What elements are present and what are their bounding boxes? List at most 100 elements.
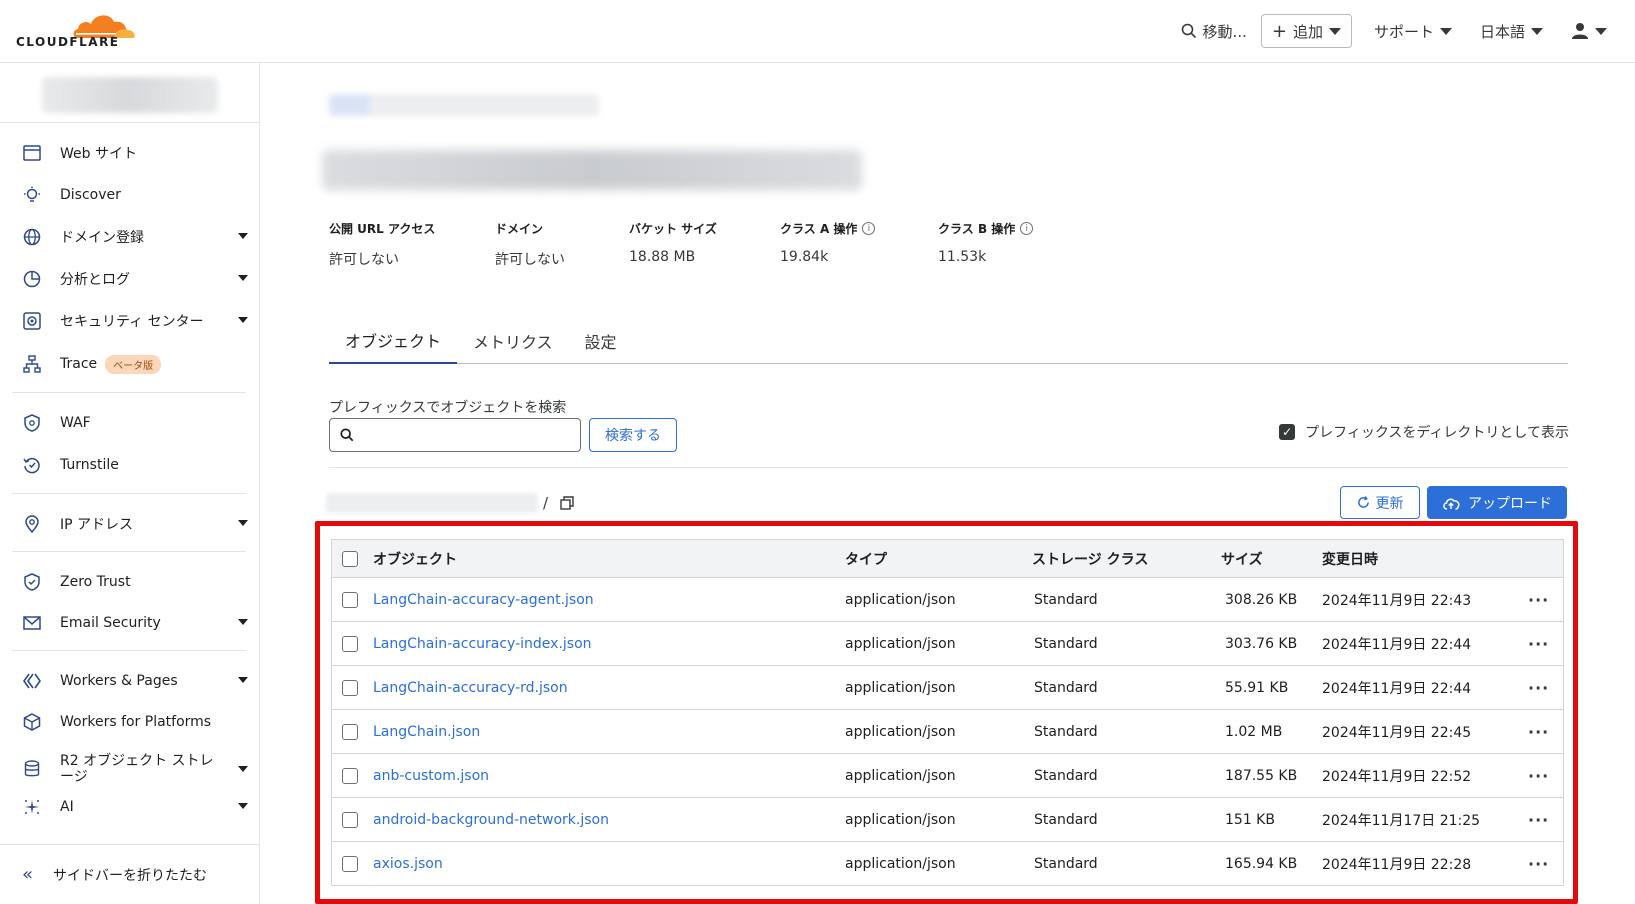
sidebar-item-discover[interactable]: Discover: [22, 182, 248, 208]
object-modified: 2024年11月9日 22:52: [1322, 768, 1472, 785]
object-size: 308.26 KB: [1225, 591, 1298, 608]
cloud-upload-icon: [1443, 498, 1460, 510]
goto-search-button[interactable]: 移動...: [1167, 14, 1261, 48]
row-checkbox[interactable]: [342, 635, 358, 652]
support-menu[interactable]: サポート: [1360, 14, 1466, 48]
stat-value: 11.53k: [938, 249, 987, 265]
tab-settings[interactable]: 設定: [569, 318, 633, 364]
more-options-icon[interactable]: ···: [1528, 678, 1549, 697]
sidebar-item-analytics[interactable]: 分析とログ: [22, 266, 248, 292]
sidebar-item-label: 分析とログ: [60, 272, 130, 288]
search-input[interactable]: [362, 427, 580, 443]
object-name-link[interactable]: LangChain-accuracy-index.json: [373, 636, 592, 652]
divider: [12, 551, 246, 552]
object-name-link[interactable]: LangChain.json: [373, 724, 480, 740]
table-row[interactable]: anb-custom.json application/json Standard 1…: [332, 753, 1563, 797]
sidebar-item-waf[interactable]: WAF: [22, 410, 248, 436]
row-checkbox[interactable]: [342, 855, 358, 872]
object-name-link[interactable]: axios.json: [373, 856, 443, 872]
search-button[interactable]: 検索する: [589, 418, 677, 452]
row-checkbox[interactable]: [342, 811, 358, 828]
info-icon[interactable]: i: [1020, 222, 1034, 235]
object-name-link[interactable]: anb-custom.json: [373, 768, 489, 784]
object-type: application/json: [845, 635, 956, 652]
search-field[interactable]: [329, 418, 581, 452]
info-icon[interactable]: i: [862, 222, 876, 235]
sidebar-item-trace[interactable]: Trace ベータ版: [22, 351, 248, 377]
security-center-icon: [22, 311, 42, 331]
sidebar-item-label: Zero Trust: [60, 574, 131, 590]
object-storage-class: Standard: [1034, 679, 1098, 696]
sidebar-item-r2[interactable]: R2 オブジェクト ストレージ: [22, 749, 248, 789]
divider: [0, 122, 260, 123]
object-name-link[interactable]: LangChain-accuracy-agent.json: [373, 592, 594, 608]
stat-label: 公開 URL アクセス: [329, 222, 436, 236]
sidebar-item-ip-addresses[interactable]: IP アドレス: [22, 511, 248, 537]
object-name-link[interactable]: android-background-network.json: [373, 812, 609, 828]
path-separator: /: [543, 494, 549, 512]
sidebar-item-label: Web サイト: [60, 146, 137, 162]
stat-label: クラス A 操作: [780, 222, 858, 236]
add-button[interactable]: + 追加: [1260, 14, 1352, 48]
chevron-down-icon: [238, 677, 248, 683]
sidebar-item-workers-for-platforms[interactable]: Workers for Platforms: [22, 709, 248, 735]
chevron-down-icon: [238, 275, 248, 281]
sidebar-item-domain-registration[interactable]: ドメイン登録: [22, 224, 248, 250]
object-modified: 2024年11月9日 22:28: [1322, 856, 1472, 873]
stat-domain: ドメイン 許可しない: [495, 220, 565, 269]
sidebar-item-turnstile[interactable]: Turnstile: [22, 452, 248, 478]
refresh-button[interactable]: 更新: [1340, 486, 1420, 519]
upload-button[interactable]: アップロード: [1427, 486, 1567, 519]
row-checkbox[interactable]: [342, 591, 358, 608]
stat-public-url: 公開 URL アクセス 許可しない: [329, 220, 435, 269]
more-options-icon[interactable]: ···: [1528, 810, 1549, 829]
checkbox-checked-icon[interactable]: ✓: [1279, 424, 1296, 440]
table-row[interactable]: LangChain-accuracy-agent.json application…: [332, 577, 1563, 621]
breadcrumb[interactable]: [329, 94, 599, 116]
table-row[interactable]: LangChain-accuracy-rd.json application/js…: [332, 665, 1563, 709]
sparkle-icon: [22, 797, 42, 817]
divider: [12, 392, 246, 393]
more-options-icon[interactable]: ···: [1528, 722, 1549, 741]
chevron-down-icon: [238, 317, 248, 323]
column-header-object[interactable]: オブジェクト: [373, 549, 457, 569]
copy-icon[interactable]: [560, 496, 574, 510]
bucket-path[interactable]: [326, 493, 538, 513]
language-menu[interactable]: 日本語: [1466, 14, 1557, 48]
object-modified: 2024年11月17日 21:25: [1322, 812, 1481, 829]
page-title: [322, 150, 862, 190]
column-header-size[interactable]: サイズ: [1221, 549, 1263, 569]
table-row[interactable]: axios.json application/json Standard 165.94…: [332, 841, 1563, 885]
user-menu[interactable]: [1557, 14, 1621, 48]
column-header-modified[interactable]: 変更日時: [1322, 549, 1378, 569]
more-options-icon[interactable]: ···: [1528, 634, 1549, 653]
sidebar-item-workers-pages[interactable]: Workers & Pages: [22, 668, 248, 694]
column-header-storage-class[interactable]: ストレージ クラス: [1032, 549, 1148, 569]
divider: [12, 493, 246, 494]
sidebar-item-ai[interactable]: AI: [22, 794, 248, 820]
sidebar-item-websites[interactable]: Web サイト: [22, 140, 248, 166]
cloudflare-logo[interactable]: CLOUDFLARE: [16, 10, 135, 50]
table-row[interactable]: android-background-network.json applicati…: [332, 797, 1563, 841]
sidebar-item-security-center[interactable]: セキュリティ センター: [22, 308, 248, 334]
tab-metrics[interactable]: メトリクス: [457, 318, 569, 364]
sidebar-item-label: セキュリティ センター: [60, 314, 204, 330]
object-name-link[interactable]: LangChain-accuracy-rd.json: [373, 680, 568, 696]
collapse-sidebar-button[interactable]: « サイドバーを折りたたむ: [0, 844, 260, 904]
object-modified: 2024年11月9日 22:43: [1322, 592, 1472, 609]
row-checkbox[interactable]: [342, 723, 358, 740]
account-switcher[interactable]: [42, 77, 218, 113]
table-row[interactable]: LangChain-accuracy-index.json application…: [332, 621, 1563, 665]
select-all-checkbox[interactable]: [342, 550, 358, 567]
more-options-icon[interactable]: ···: [1528, 590, 1549, 609]
more-options-icon[interactable]: ···: [1528, 766, 1549, 785]
directory-toggle[interactable]: ✓ プレフィックスをディレクトリとして表示: [1279, 422, 1569, 442]
row-checkbox[interactable]: [342, 679, 358, 696]
more-options-icon[interactable]: ···: [1528, 854, 1549, 873]
sidebar-item-email-security[interactable]: Email Security: [22, 610, 248, 636]
row-checkbox[interactable]: [342, 767, 358, 784]
sidebar-item-zero-trust[interactable]: Zero Trust: [22, 569, 248, 595]
tab-objects[interactable]: オブジェクト: [329, 318, 458, 364]
column-header-type[interactable]: タイプ: [845, 549, 887, 569]
table-row[interactable]: LangChain.json application/json Standard 1.…: [332, 709, 1563, 753]
